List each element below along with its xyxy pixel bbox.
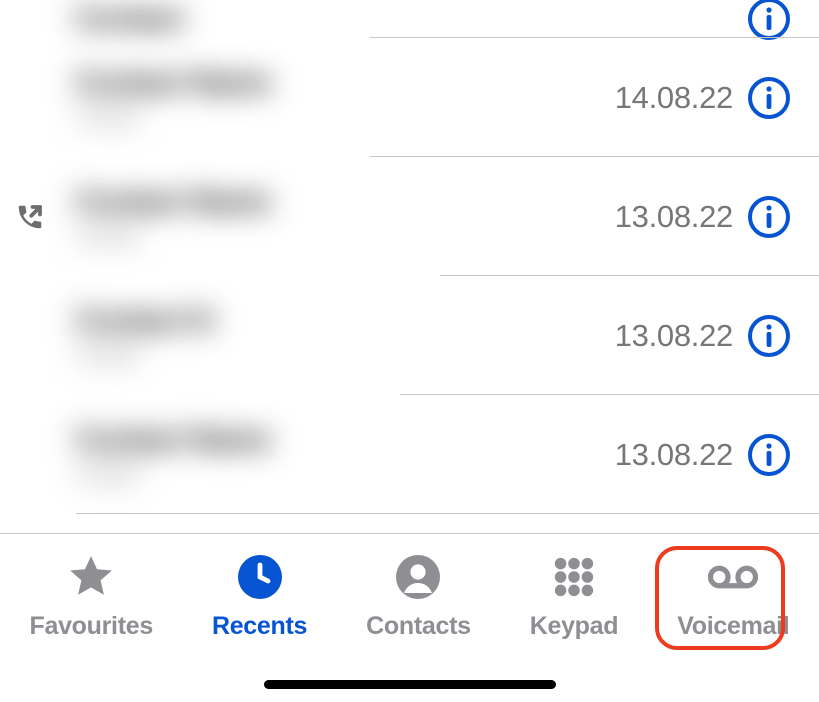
contact-name: Contact Name	[75, 423, 615, 457]
info-icon[interactable]	[747, 0, 791, 41]
contact-subtext: mobile	[75, 342, 615, 368]
call-meta: 13.08.22	[615, 433, 819, 477]
recents-list: Contact Contact Name mobile 14.08.22	[0, 0, 819, 533]
outgoing-call-icon	[15, 202, 45, 232]
info-icon[interactable]	[747, 314, 791, 358]
person-icon	[393, 552, 443, 602]
contact-name: Contact	[75, 2, 733, 36]
tab-label: Keypad	[530, 612, 619, 641]
keypad-icon	[549, 552, 599, 602]
call-row[interactable]: Contact Name mobile 13.08.22	[0, 157, 819, 276]
contact-name: Contact Name	[75, 66, 615, 100]
clock-icon	[235, 552, 285, 602]
call-meta: 13.08.22	[615, 314, 819, 358]
voicemail-icon	[708, 552, 758, 602]
call-meta: 14.08.22	[615, 76, 819, 120]
call-date: 13.08.22	[615, 318, 733, 354]
divider	[76, 513, 819, 514]
call-row[interactable]: Contact Name mobile 14.08.22	[0, 38, 819, 157]
contact-name: Contact Name	[75, 185, 615, 219]
outgoing-indicator-slot	[0, 202, 60, 232]
contact-name: Contact N	[75, 304, 615, 338]
tab-label: Recents	[212, 612, 307, 641]
info-icon[interactable]	[747, 76, 791, 120]
contact-subtext: mobile	[75, 461, 615, 487]
call-meta: 13.08.22	[615, 195, 819, 239]
call-row[interactable]: Contact	[0, 0, 819, 38]
call-date: 13.08.22	[615, 437, 733, 473]
tab-label: Favourites	[30, 612, 153, 641]
call-contact-blurred: Contact Name mobile	[60, 423, 615, 487]
call-row[interactable]: Contact N mobile 13.08.22	[0, 276, 819, 395]
star-icon	[66, 552, 116, 602]
tab-label: Contacts	[366, 612, 471, 641]
contact-subtext: mobile	[75, 223, 615, 249]
tab-favourites[interactable]: Favourites	[30, 552, 153, 702]
info-icon[interactable]	[747, 195, 791, 239]
call-contact-blurred: Contact Name mobile	[60, 185, 615, 249]
call-contact-blurred: Contact N mobile	[60, 304, 615, 368]
tab-voicemail[interactable]: Voicemail	[677, 552, 789, 702]
tab-label: Voicemail	[677, 612, 789, 641]
call-date: 14.08.22	[615, 80, 733, 116]
tab-bar: Favourites Recents Contacts Keypad	[0, 533, 819, 702]
call-contact-blurred: Contact	[60, 2, 733, 36]
call-contact-blurred: Contact Name mobile	[60, 66, 615, 130]
call-meta	[733, 0, 819, 41]
contact-subtext: mobile	[75, 104, 615, 130]
call-row[interactable]: Contact Name mobile 13.08.22	[0, 395, 819, 514]
home-indicator[interactable]	[264, 680, 556, 689]
call-date: 13.08.22	[615, 199, 733, 235]
info-icon[interactable]	[747, 433, 791, 477]
